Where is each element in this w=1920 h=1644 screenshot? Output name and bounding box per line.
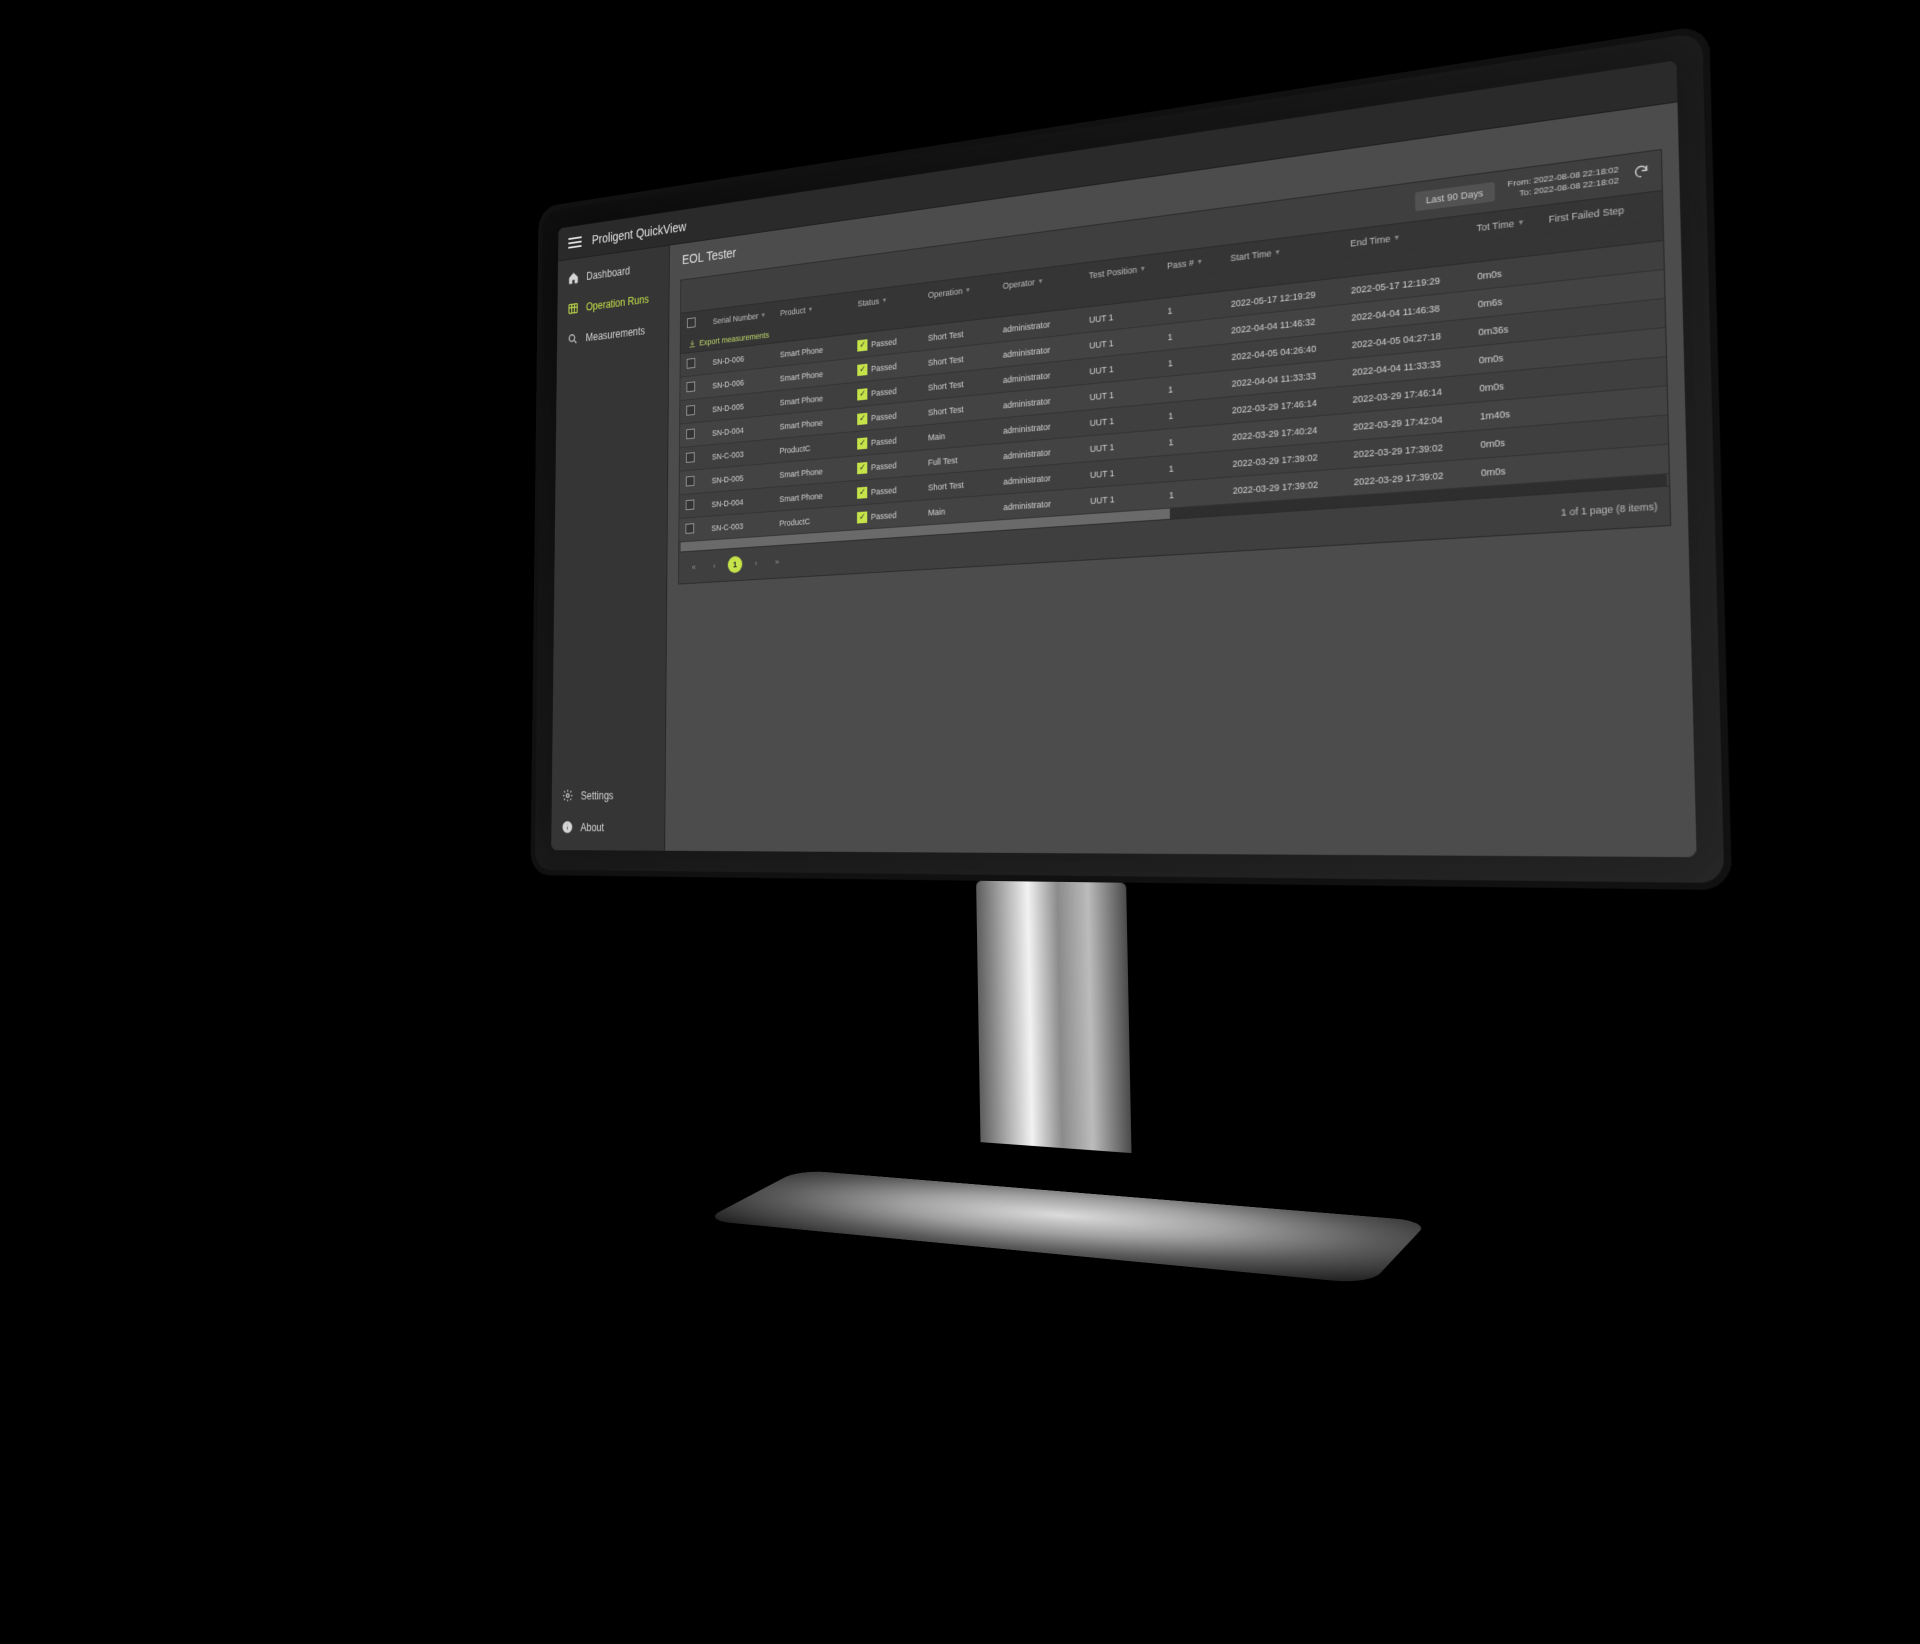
checkbox-icon xyxy=(687,381,696,392)
gear-icon xyxy=(562,789,573,803)
check-icon: ✓ xyxy=(857,437,867,449)
info-icon xyxy=(562,820,573,834)
sidebar: Dashboard Operation Runs Measurements xyxy=(551,246,670,851)
row-checkbox-cell[interactable] xyxy=(680,445,706,471)
row-checkbox-cell[interactable] xyxy=(680,422,706,448)
check-icon: ✓ xyxy=(857,511,867,523)
row-checkbox-cell[interactable] xyxy=(680,398,706,424)
sidebar-item-settings[interactable]: Settings xyxy=(552,779,665,812)
cell-operator: administrator xyxy=(996,488,1083,520)
cell-tot-time: 0m0s xyxy=(1472,453,1545,487)
menu-icon[interactable] xyxy=(568,236,581,248)
home-icon xyxy=(568,271,579,286)
checkbox-icon xyxy=(687,317,696,328)
export-icon xyxy=(688,339,696,349)
sidebar-item-label: Measurements xyxy=(586,324,646,344)
refresh-button[interactable] xyxy=(1633,163,1650,183)
filter-icon: ▾ xyxy=(883,296,886,305)
pager-first[interactable]: « xyxy=(687,558,701,575)
check-icon: ✓ xyxy=(858,339,868,351)
check-icon: ✓ xyxy=(858,388,868,400)
filter-icon: ▾ xyxy=(1518,217,1523,227)
filter-icon: ▾ xyxy=(762,311,765,320)
checkbox-icon xyxy=(686,452,695,463)
date-range-picker[interactable]: Last 90 Days xyxy=(1415,182,1495,211)
checkbox-icon xyxy=(687,358,696,369)
row-checkbox-cell[interactable] xyxy=(680,469,706,495)
filter-icon: ▾ xyxy=(809,305,812,314)
range-label: Last 90 Days xyxy=(1426,188,1484,206)
row-checkbox-cell[interactable] xyxy=(680,351,706,377)
sidebar-item-label: Dashboard xyxy=(586,264,630,282)
app-title: Proligent QuickView xyxy=(592,219,686,247)
filter-icon: ▾ xyxy=(1039,276,1043,285)
header-checkbox-cell[interactable] xyxy=(681,311,707,337)
checkbox-icon xyxy=(686,476,695,487)
check-icon: ✓ xyxy=(858,363,868,375)
check-icon: ✓ xyxy=(857,462,867,474)
pager-last[interactable]: » xyxy=(770,553,785,571)
pager-summary: 1 of 1 page (8 items) xyxy=(1561,501,1658,518)
row-checkbox-cell[interactable] xyxy=(680,374,706,400)
checkbox-icon xyxy=(686,405,695,416)
row-checkbox-cell[interactable] xyxy=(679,493,705,519)
row-checkbox-cell[interactable] xyxy=(679,516,705,542)
table-icon xyxy=(568,301,579,316)
pager-next[interactable]: › xyxy=(749,554,764,572)
search-icon xyxy=(567,332,578,346)
check-icon: ✓ xyxy=(857,486,867,498)
cell-pass-n: 1 xyxy=(1161,477,1225,508)
sidebar-item-about[interactable]: About xyxy=(551,811,664,843)
check-icon: ✓ xyxy=(857,412,867,424)
filter-icon: ▾ xyxy=(966,285,970,294)
pager-current[interactable]: 1 xyxy=(728,556,743,574)
filter-icon: ▾ xyxy=(1141,264,1145,273)
refresh-icon xyxy=(1633,163,1650,181)
filter-icon: ▾ xyxy=(1276,247,1280,257)
sidebar-item-label: About xyxy=(580,821,604,834)
filter-icon: ▾ xyxy=(1394,232,1398,242)
checkbox-icon xyxy=(685,523,694,534)
cell-test-position: UUT 1 xyxy=(1083,482,1162,514)
checkbox-icon xyxy=(686,499,695,510)
sidebar-item-label: Operation Runs xyxy=(586,292,649,313)
checkbox-icon xyxy=(686,429,695,440)
sidebar-item-label: Settings xyxy=(581,789,614,802)
pager-prev[interactable]: ‹ xyxy=(707,557,721,574)
filter-icon: ▾ xyxy=(1198,257,1202,267)
date-range-readout: From: 2022-08-08 22:18:02 To: 2022-08-08… xyxy=(1508,165,1620,201)
